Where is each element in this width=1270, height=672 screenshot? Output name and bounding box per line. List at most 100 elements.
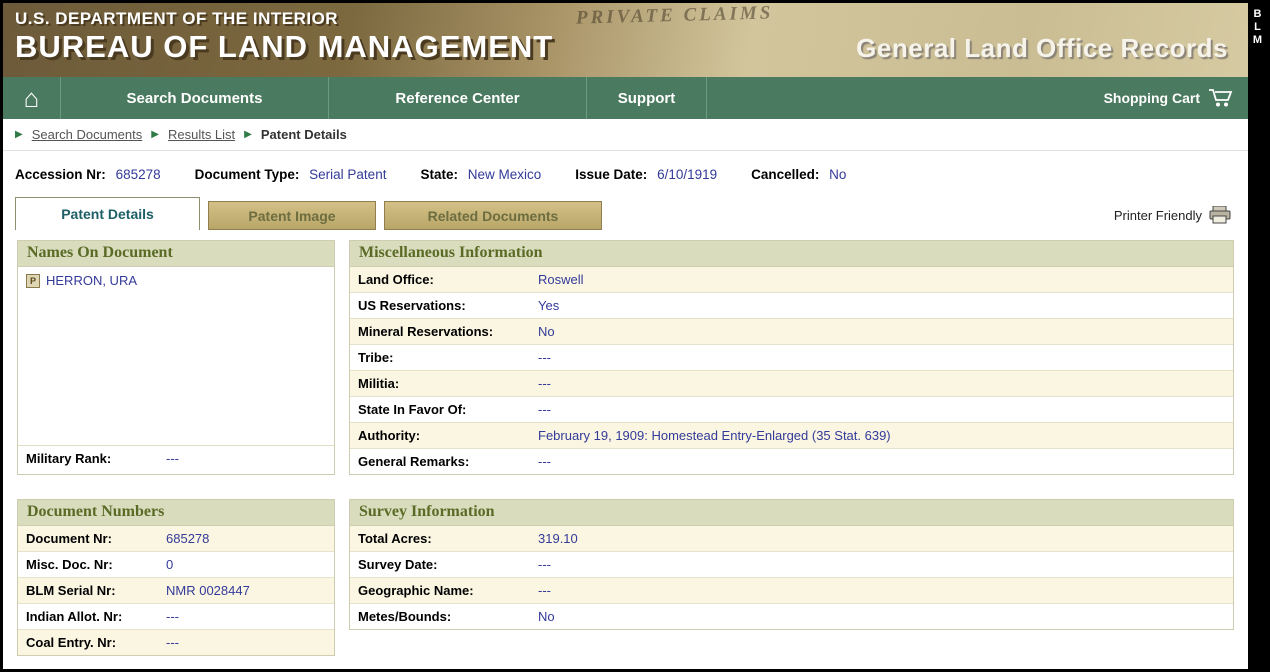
patentee-entry[interactable]: P HERRON, URA [26,273,326,288]
breadcrumb-patent-details: Patent Details [260,127,347,142]
row-value: --- [538,350,551,365]
misc-panel-title: Miscellaneous Information [350,241,1233,267]
table-row: Misc. Doc. Nr: 0 [18,552,334,578]
summary-field-cancelled: Cancelled: No [751,167,846,182]
summary-field-doc-type: Document Type: Serial Patent [195,167,387,182]
table-row: Geographic Name: --- [350,578,1233,604]
row-value: Roswell [538,272,584,287]
table-row: Metes/Bounds: No [350,604,1233,629]
state-value: New Mexico [467,167,542,182]
printer-friendly-label: Printer Friendly [1113,207,1202,223]
survey-information-panel: Survey Information Total Acres: 319.10 S… [349,499,1234,630]
breadcrumb: ▶ Search Documents ▶ Results List ▶ Pate… [3,119,1248,151]
row-label: Militia: [358,376,400,391]
row-value: 685278 [166,531,210,546]
table-row: Survey Date: --- [350,552,1233,578]
doc-type-label: Document Type: [194,167,300,182]
row-label: Total Acres: [358,531,432,546]
table-row: Indian Allot. Nr: --- [18,604,334,630]
row-value: NMR 0028447 [166,583,250,598]
doc-type-value: Serial Patent [309,167,387,182]
issue-date-label: Issue Date: [575,167,648,182]
docnums-panel-title: Document Numbers [18,500,334,526]
summary-field-accession: Accession Nr: 685278 [15,167,161,182]
military-rank-value: --- [166,451,179,466]
accession-value: 685278 [115,167,161,182]
masthead: PRIVATE CLAIMS U.S. DEPARTMENT OF THE IN… [3,3,1248,77]
row-label: Tribe: [358,350,394,365]
bureau-title: BUREAU OF LAND MANAGEMENT [15,29,554,64]
row-value: 0 [166,557,174,572]
row-label: Geographic Name: [358,583,474,598]
printer-icon [1208,206,1232,224]
row-label: Metes/Bounds: [358,609,452,624]
row-value: --- [538,557,551,572]
summary-field-state: State: New Mexico [420,167,541,182]
content-frame: PRIVATE CLAIMS U.S. DEPARTMENT OF THE IN… [3,3,1248,669]
patent-details-content: Names On Document P HERRON, URA Military… [3,230,1248,669]
breadcrumb-search-documents[interactable]: Search Documents [32,127,143,142]
table-row: BLM Serial Nr: NMR 0028447 [18,578,334,604]
tab-patent-image[interactable]: Patent Image [208,201,376,230]
patentee-icon: P [26,273,40,288]
row-value: February 19, 1909: Homestead Entry-Enlar… [538,428,891,443]
row-value: Yes [538,298,560,313]
row-label: Indian Allot. Nr: [26,609,123,624]
summary-field-issue-date: Issue Date: 6/10/1919 [575,167,717,182]
blm-side-label: BLM [1251,8,1264,47]
shopping-cart-button[interactable]: Shopping Cart [1104,77,1248,119]
shopping-cart-label: Shopping Cart [1103,90,1200,106]
breadcrumb-results-list[interactable]: Results List [168,127,235,142]
row-label: Mineral Reservations: [358,324,494,339]
row-label: Authority: [358,428,421,443]
table-row: Authority: February 19, 1909: Homestead … [350,423,1233,449]
cancelled-value: No [829,167,847,182]
nav-search-documents[interactable]: Search Documents [61,77,329,119]
tab-patent-details[interactable]: Patent Details [15,197,200,230]
row-label: Document Nr: [26,531,112,546]
department-title: U.S. DEPARTMENT OF THE INTERIOR [15,9,339,28]
row-value: --- [538,376,551,391]
military-rank-label: Military Rank: [26,451,112,466]
table-row: Tribe: --- [350,345,1233,371]
row-value: --- [538,454,551,469]
state-label: State: [420,167,458,182]
table-row: Mineral Reservations: No [350,319,1233,345]
row-value: No [538,609,555,624]
table-row: Land Office: Roswell [350,267,1233,293]
table-row: Document Nr: 685278 [18,526,334,552]
names-list: P HERRON, URA [18,267,334,445]
row-label: General Remarks: [358,454,470,469]
military-rank-row: Military Rank: --- [18,445,334,471]
nav-reference-center[interactable]: Reference Center [329,77,587,119]
row-label: US Reservations: [358,298,466,313]
breadcrumb-arrow-icon: ▶ [151,128,159,140]
tab-related-documents[interactable]: Related Documents [384,201,602,230]
cancelled-label: Cancelled: [751,167,820,182]
row-label: Coal Entry. Nr: [26,635,117,650]
names-panel-title: Names On Document [18,241,334,267]
row-label: BLM Serial Nr: [26,583,116,598]
shopping-cart-icon [1208,88,1234,108]
home-button[interactable]: ⌂ [3,77,61,119]
row-value: --- [538,402,551,417]
tab-bar: Patent Details Patent Image Related Docu… [3,194,1248,230]
row-label: Survey Date: [358,557,438,572]
home-icon: ⌂ [23,83,40,113]
table-row: State In Favor Of: --- [350,397,1233,423]
row-value: --- [166,635,179,650]
table-row: Militia: --- [350,371,1233,397]
row-value: --- [166,609,179,624]
main-nav: ⌂ Search Documents Reference Center Supp… [3,77,1248,119]
printer-friendly-button[interactable]: Printer Friendly [1114,206,1232,230]
patentee-name[interactable]: HERRON, URA [46,273,137,288]
breadcrumb-arrow-icon: ▶ [15,128,23,140]
document-summary: Accession Nr: 685278 Document Type: Seri… [3,151,1248,194]
glo-records-title: General Land Office Records [856,33,1228,63]
row-value: --- [538,583,551,598]
table-row: General Remarks: --- [350,449,1233,474]
document-numbers-panel: Document Numbers Document Nr: 685278 Mis… [17,499,335,656]
breadcrumb-arrow-icon: ▶ [244,128,252,140]
nav-support[interactable]: Support [587,77,707,119]
issue-date-value: 6/10/1919 [657,167,718,182]
